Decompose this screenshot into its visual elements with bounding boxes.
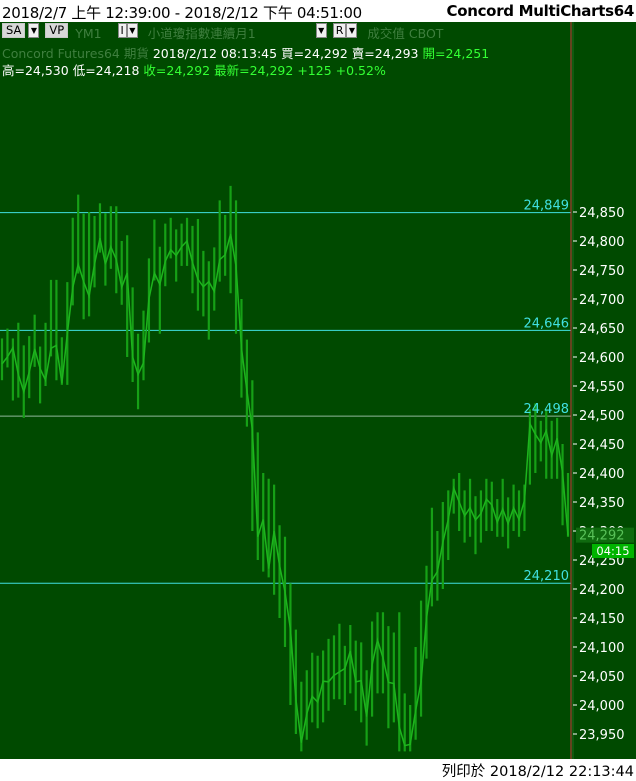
sa-dropdown-icon[interactable]: ▼ <box>28 23 40 38</box>
bid-price: 買=24,292 <box>281 46 348 61</box>
y-tick-label: 24,500 <box>579 409 625 424</box>
y-tick-label: 24,450 <box>579 438 625 453</box>
y-tick-label: 24,150 <box>579 612 625 627</box>
y-tick-label: 24,850 <box>579 206 625 221</box>
sa-button[interactable]: SA <box>2 23 26 38</box>
close-price: 收=24,292 <box>143 63 211 78</box>
change-percent: +0.52% <box>335 63 386 78</box>
chart-area[interactable]: 24,850 24,800 24,750 24,700 24,650 24,600 24,5… <box>0 22 636 759</box>
y-tick-label: 24,050 <box>579 670 625 685</box>
app-title: Concord MultiCharts64 <box>446 2 635 20</box>
level-label: 24,646 <box>524 316 570 331</box>
status-bar: 列印於 2018/2/12 22:13:44 <box>0 759 636 780</box>
ask-price: 賣=24,293 <box>351 46 419 61</box>
y-tick-label: 24,400 <box>579 467 625 482</box>
level-label: 24,210 <box>524 569 570 584</box>
source-label: Concord Futures64 <box>2 46 120 61</box>
last-price: 最新=24,292 <box>214 63 294 78</box>
last-time-marker: 04:15 <box>592 544 634 558</box>
close-line <box>1 233 569 747</box>
title-bar: 2018/2/7 上午 12:39:00 - 2018/2/12 下午 04:5… <box>0 0 636 22</box>
toolbar-row: SA ▼ VP YM1 I ▼ 小道瓊指數連續月1 ▼ R ▼ 成交值 CBOT <box>2 23 444 41</box>
open-price: 開=24,251 <box>422 46 490 61</box>
i-dropdown-icon[interactable]: ▼ <box>126 23 138 38</box>
y-tick-label: 24,200 <box>579 583 625 598</box>
chart-menu-dropdown-icon[interactable]: ▼ <box>315 23 327 38</box>
low-price: 低=24,218 <box>72 63 140 78</box>
date-range-text: 2018/2/7 上午 12:39:00 - 2018/2/12 下午 04:5… <box>2 4 362 22</box>
y-tick-label: 24,000 <box>579 699 625 714</box>
ohlc-row: 高=24,530 低=24,218 收=24,292 最新=24,292 +12… <box>2 60 386 79</box>
i-button[interactable]: I <box>117 23 127 38</box>
symbol-name: 小道瓊指數連續月1 <box>147 26 256 41</box>
volume-label: 成交值 <box>367 26 405 41</box>
y-tick-label: 23,950 <box>579 728 625 743</box>
y-tick-label: 24,550 <box>579 380 625 395</box>
last-price-marker-text: 24,292 <box>579 529 625 544</box>
exchange-label: CBOT <box>408 26 444 41</box>
category-label: 期貨 <box>123 46 149 61</box>
change-value: +125 <box>297 63 332 78</box>
quote-datetime: 2018/2/12 08:13:45 <box>152 46 278 61</box>
r-button[interactable]: R <box>332 23 347 38</box>
y-tick-label: 24,100 <box>579 641 625 656</box>
y-tick-label: 24,350 <box>579 496 625 511</box>
y-tick-label: 24,800 <box>579 235 625 250</box>
r-dropdown-icon[interactable]: ▼ <box>346 23 358 38</box>
vp-button[interactable]: VP <box>45 23 69 38</box>
y-tick-label: 24,650 <box>579 322 625 337</box>
y-tick-label: 24,700 <box>579 293 625 308</box>
high-price: 高=24,530 <box>2 63 69 78</box>
level-label: 24,498 <box>524 402 570 417</box>
symbol-label: YM1 <box>75 26 102 41</box>
price-chart: 24,850 24,800 24,750 24,700 24,650 24,600 24,5… <box>0 22 634 759</box>
y-tick-label: 24,600 <box>579 351 625 366</box>
y-tick-label: 24,750 <box>579 264 625 279</box>
level-label: 24,849 <box>524 199 570 214</box>
